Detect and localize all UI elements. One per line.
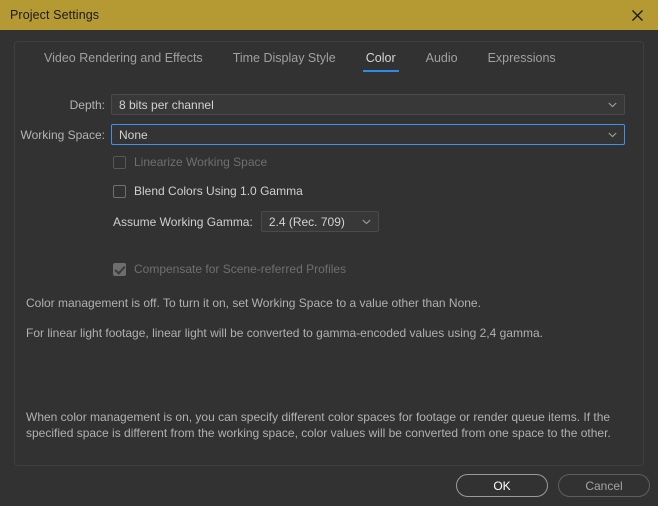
working-space-value: None xyxy=(119,128,148,142)
depth-select[interactable]: 8 bits per channel xyxy=(111,94,625,115)
linearize-working-space-label: Linearize Working Space xyxy=(134,155,267,169)
info-linear-light: For linear light footage, linear light w… xyxy=(26,325,626,341)
close-icon xyxy=(631,9,644,22)
tab-color[interactable]: Color xyxy=(351,43,411,73)
info-color-management-on: When color management is on, you can spe… xyxy=(26,409,618,441)
dialog-footer: OK Cancel xyxy=(0,474,658,506)
info-color-management-off: Color management is off. To turn it on, … xyxy=(26,295,626,311)
linearize-working-space-checkbox-row[interactable]: Linearize Working Space xyxy=(113,155,267,169)
ok-button-label: OK xyxy=(493,479,510,493)
depth-row: Depth: 8 bits per channel xyxy=(15,94,625,115)
tab-audio[interactable]: Audio xyxy=(411,43,473,73)
depth-value: 8 bits per channel xyxy=(119,98,214,112)
assume-working-gamma-label: Assume Working Gamma: xyxy=(113,215,253,229)
assume-working-gamma-select[interactable]: 2.4 (Rec. 709) xyxy=(261,211,379,232)
chevron-down-icon xyxy=(608,132,617,138)
window-titlebar: Project Settings xyxy=(0,0,658,30)
tab-expressions[interactable]: Expressions xyxy=(473,43,571,73)
compensate-scene-referred-checkbox[interactable] xyxy=(113,263,126,276)
blend-colors-label: Blend Colors Using 1.0 Gamma xyxy=(134,184,303,198)
blend-colors-checkbox[interactable] xyxy=(113,185,126,198)
tab-label: Color xyxy=(366,51,396,65)
cancel-button-label: Cancel xyxy=(585,479,622,493)
dialog-body: Video Rendering and Effects Time Display… xyxy=(0,30,658,506)
tab-bar: Video Rendering and Effects Time Display… xyxy=(15,42,571,74)
cancel-button[interactable]: Cancel xyxy=(558,474,650,497)
color-settings-form: Depth: 8 bits per channel Working Space:… xyxy=(15,74,643,465)
working-space-row: Working Space: None xyxy=(15,124,625,145)
tab-time-display-style[interactable]: Time Display Style xyxy=(218,43,351,73)
tab-label: Video Rendering and Effects xyxy=(44,51,203,65)
compensate-scene-referred-checkbox-row[interactable]: Compensate for Scene-referred Profiles xyxy=(113,262,346,276)
tab-label: Expressions xyxy=(488,51,556,65)
assume-working-gamma-value: 2.4 (Rec. 709) xyxy=(269,215,345,229)
assume-working-gamma-row: Assume Working Gamma: 2.4 (Rec. 709) xyxy=(113,211,379,232)
ok-button[interactable]: OK xyxy=(456,474,548,497)
close-button[interactable] xyxy=(616,0,658,30)
depth-label: Depth: xyxy=(15,98,111,112)
chevron-down-icon xyxy=(362,219,371,225)
blend-colors-checkbox-row[interactable]: Blend Colors Using 1.0 Gamma xyxy=(113,184,303,198)
compensate-scene-referred-label: Compensate for Scene-referred Profiles xyxy=(134,262,346,276)
working-space-select[interactable]: None xyxy=(111,124,625,145)
settings-panel: Video Rendering and Effects Time Display… xyxy=(14,41,644,466)
linearize-working-space-checkbox[interactable] xyxy=(113,156,126,169)
tab-video-rendering-and-effects[interactable]: Video Rendering and Effects xyxy=(29,43,218,73)
chevron-down-icon xyxy=(608,102,617,108)
tab-label: Audio xyxy=(426,51,458,65)
window-title: Project Settings xyxy=(10,8,99,22)
tab-label: Time Display Style xyxy=(233,51,336,65)
working-space-label: Working Space: xyxy=(15,128,111,142)
